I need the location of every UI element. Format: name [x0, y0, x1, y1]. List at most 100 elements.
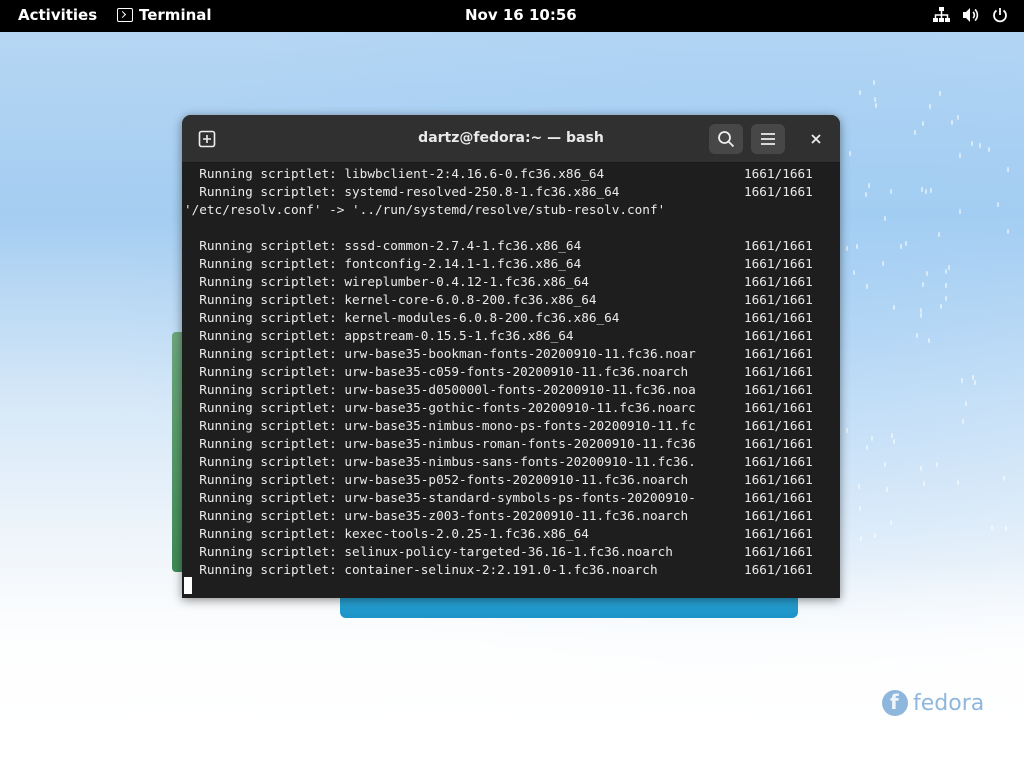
raindrop	[865, 284, 868, 290]
system-tray[interactable]	[933, 7, 1008, 23]
terminal-titlebar[interactable]: dartz@fedora:~ — bash	[182, 115, 840, 163]
raindrop	[885, 486, 888, 492]
search-button[interactable]	[709, 124, 743, 154]
raindrop	[874, 103, 877, 109]
raindrop	[890, 432, 893, 438]
terminal-line: '/etc/resolv.conf' -> '../run/systemd/re…	[184, 202, 666, 217]
raindrop	[922, 481, 925, 487]
top-bar: Activities Terminal Nov 16 10:56	[0, 0, 1024, 32]
terminal-line: Running scriptlet: kernel-core-6.0.8-200…	[184, 292, 597, 307]
raindrop	[871, 435, 874, 441]
raindrop	[951, 119, 954, 125]
terminal-line: Running scriptlet: kernel-modules-6.0.8-…	[184, 310, 620, 325]
terminal-line-progress: 1661/1661	[744, 490, 813, 505]
raindrop	[960, 377, 963, 383]
terminal-line-progress: 1661/1661	[744, 382, 813, 397]
terminal-line: Running scriptlet: urw-base35-z003-fonts…	[184, 508, 689, 523]
terminal-line-progress: 1661/1661	[744, 418, 813, 433]
terminal-line-progress: 1661/1661	[744, 526, 813, 541]
terminal-line-progress: 1661/1661	[744, 436, 813, 451]
terminal-line-progress: 1661/1661	[744, 562, 813, 577]
raindrop	[873, 97, 876, 103]
raindrop	[884, 462, 887, 468]
raindrop	[921, 282, 924, 288]
terminal-line: Running scriptlet: urw-base35-d050000l-f…	[184, 382, 696, 397]
raindrop	[945, 268, 948, 274]
close-icon	[811, 134, 821, 144]
raindrop	[860, 535, 863, 541]
raindrop	[904, 241, 907, 247]
raindrop	[858, 506, 861, 512]
raindrop	[956, 115, 959, 121]
raindrop	[1002, 475, 1005, 481]
terminal-line: Running scriptlet: container-selinux-2:2…	[184, 562, 658, 577]
terminal-line-progress: 1661/1661	[744, 274, 813, 289]
raindrop	[872, 80, 875, 86]
raindrop	[926, 270, 929, 276]
fedora-logo: fedora	[882, 690, 984, 716]
terminal-line-progress: 1661/1661	[744, 400, 813, 415]
raindrop	[853, 269, 856, 275]
raindrop	[884, 216, 887, 222]
raindrop	[892, 304, 895, 310]
terminal-line: Running scriptlet: urw-base35-bookman-fo…	[184, 346, 696, 361]
terminal-icon	[117, 8, 133, 22]
raindrop	[873, 533, 876, 539]
raindrop	[919, 308, 922, 314]
terminal-line: Running scriptlet: appstream-0.15.5-1.fc…	[184, 328, 574, 343]
raindrop	[864, 192, 867, 198]
raindrop	[858, 89, 861, 95]
raindrop	[921, 121, 924, 127]
search-icon	[718, 131, 735, 148]
terminal-line-progress: 1661/1661	[744, 364, 813, 379]
terminal-line-progress: 1661/1661	[744, 256, 813, 271]
terminal-line: Running scriptlet: selinux-policy-target…	[184, 544, 673, 559]
clock[interactable]: Nov 16 10:56	[465, 6, 577, 24]
fedora-logo-icon	[882, 690, 908, 716]
raindrop	[947, 264, 950, 270]
network-icon[interactable]	[933, 7, 950, 23]
terminal-line: Running scriptlet: urw-base35-nimbus-rom…	[184, 436, 696, 451]
terminal-line: Running scriptlet: kexec-tools-2.0.25-1.…	[184, 526, 589, 541]
terminal-line-progress: 1661/1661	[744, 454, 813, 469]
raindrop	[846, 245, 849, 251]
activities-button[interactable]: Activities	[18, 6, 97, 24]
raindrop	[920, 186, 923, 192]
raindrop	[957, 480, 960, 485]
terminal-line: Running scriptlet: systemd-resolved-250.…	[184, 184, 620, 199]
volume-icon[interactable]	[962, 7, 980, 23]
raindrop	[971, 140, 974, 146]
raindrop	[919, 465, 922, 471]
raindrop	[855, 243, 858, 249]
raindrop	[961, 419, 964, 425]
terminal-output[interactable]: Running scriptlet: libwbclient-2:4.16.6-…	[182, 163, 840, 598]
raindrop	[990, 525, 993, 531]
terminal-line: Running scriptlet: fontconfig-2.14.1-1.f…	[184, 256, 582, 271]
raindrop	[974, 380, 976, 386]
terminal-line: Running scriptlet: urw-base35-nimbus-san…	[184, 454, 696, 469]
terminal-line: Running scriptlet: wireplumber-0.4.12-1.…	[184, 274, 589, 289]
app-menu-button[interactable]: Terminal	[117, 6, 212, 24]
terminal-line: Running scriptlet: urw-base35-gothic-fon…	[184, 400, 696, 415]
raindrop	[866, 444, 869, 450]
raindrop	[881, 261, 884, 267]
terminal-line-progress: 1661/1661	[744, 328, 813, 343]
raindrop	[944, 295, 947, 301]
terminal-line: Running scriptlet: urw-base35-c059-fonts…	[184, 364, 689, 379]
terminal-line-progress: 1661/1661	[744, 166, 813, 181]
raindrop	[928, 103, 931, 109]
terminal-line-progress: 1661/1661	[744, 292, 813, 307]
terminal-line: Running scriptlet: libwbclient-2:4.16.6-…	[184, 166, 605, 181]
close-button[interactable]	[799, 124, 833, 154]
terminal-line-progress: 1661/1661	[744, 184, 813, 199]
power-icon[interactable]	[992, 7, 1008, 23]
terminal-line-progress: 1661/1661	[744, 346, 813, 361]
terminal-line-progress: 1661/1661	[744, 238, 813, 253]
terminal-window: dartz@fedora:~ — bash Running scriptlet:…	[182, 115, 840, 598]
raindrop	[925, 188, 928, 194]
raindrop	[868, 182, 871, 188]
raindrop	[937, 231, 940, 237]
terminal-line: Running scriptlet: urw-base35-standard-s…	[184, 490, 696, 505]
text-cursor	[184, 577, 192, 594]
menu-button[interactable]	[751, 124, 785, 154]
